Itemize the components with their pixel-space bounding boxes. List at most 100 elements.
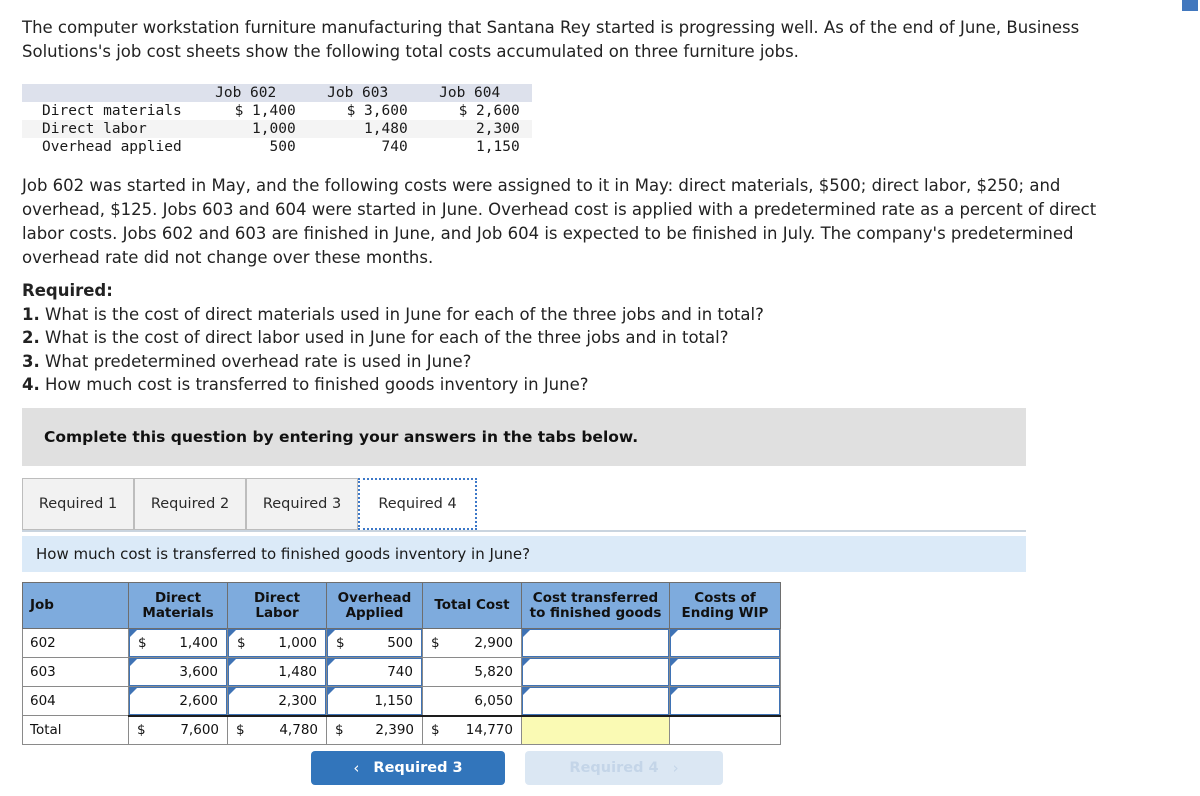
overhead-applied-input[interactable]: $ 500 <box>327 629 422 657</box>
cell-value: 1,480 <box>278 664 317 680</box>
cell-value: 1,400 <box>179 635 218 651</box>
cell-value: 2,600 <box>179 692 218 709</box>
cost-cell: 500 <box>269 139 296 155</box>
required-item-1: 1. What is the cost of direct materials … <box>22 303 812 327</box>
cell-total-cost-transferred[interactable] <box>521 714 670 745</box>
cell-value: 3,600 <box>179 664 218 680</box>
col-header-line2: to finished goods <box>529 604 662 621</box>
tab-required-2[interactable]: Required 2 <box>134 478 246 530</box>
cell-ending-wip[interactable] <box>669 657 781 687</box>
required-item-3: 3. What predetermined overhead rate is u… <box>22 350 812 374</box>
required-item-number: 3. <box>22 351 40 371</box>
cell-overhead-applied[interactable]: $ 500 <box>326 628 423 658</box>
cell-ending-wip[interactable] <box>669 628 781 658</box>
currency-symbol: $ <box>237 635 246 651</box>
overhead-applied-input[interactable]: 740 <box>327 658 422 686</box>
direct-materials-input[interactable]: $ 1,400 <box>129 629 227 657</box>
total-total-cost-value: $ 14,770 <box>423 716 521 744</box>
tab-required-4[interactable]: Required 4 <box>358 478 477 530</box>
cell-value: 5,820 <box>474 664 513 680</box>
cell-corner-flag-icon <box>671 688 678 695</box>
required-item-number: 2. <box>22 328 40 347</box>
cell-job: 602 <box>22 628 129 658</box>
cell-ending-wip[interactable] <box>669 686 781 716</box>
ending-wip-input[interactable] <box>670 687 780 715</box>
col-header-line2: Materials <box>142 604 214 621</box>
cell-corner-flag-icon <box>328 630 335 637</box>
direct-labor-input[interactable]: $ 1,000 <box>228 629 326 657</box>
previous-button-label: Required 3 <box>373 760 463 776</box>
required-section: Required: 1. What is the cost of direct … <box>22 279 812 397</box>
col-header-direct-materials: Direct Materials <box>128 582 228 629</box>
answer-grid: Job Direct Materials Direct Labor Overhe… <box>22 582 781 745</box>
cell-direct-materials[interactable]: 3,600 <box>128 657 228 687</box>
scrollbar-thumb[interactable] <box>1182 0 1198 11</box>
cell-cost-transferred[interactable] <box>521 657 670 687</box>
cost-transferred-input[interactable] <box>522 658 669 686</box>
cell-overhead-applied[interactable]: 740 <box>326 657 423 687</box>
col-header-line2: Ending WIP <box>681 604 769 621</box>
cell-total-direct-labor: $ 4,780 <box>227 714 327 745</box>
cell-corner-flag-icon <box>130 630 137 637</box>
required-item-4: 4. How much cost is transferred to finis… <box>22 373 812 397</box>
cost-header-blank <box>22 84 196 102</box>
cell-total-cost: $ 2,900 <box>422 628 522 658</box>
cell-corner-flag-icon <box>229 630 236 637</box>
tab-label: Required 2 <box>150 496 230 512</box>
cost-row-overhead-applied: Overhead applied 500 740 1,150 <box>22 138 532 156</box>
previous-required-button[interactable]: ‹ Required 3 <box>311 751 505 785</box>
cell-direct-labor[interactable]: 2,300 <box>227 686 327 716</box>
cell-corner-flag-icon <box>229 659 236 666</box>
direct-labor-input[interactable]: 1,480 <box>228 658 326 686</box>
cell-direct-materials[interactable]: 2,600 <box>128 686 228 716</box>
currency-symbol: $ <box>137 722 146 739</box>
required-item-text: What predetermined overhead rate is used… <box>45 351 472 371</box>
cost-cell: 2,300 <box>476 121 520 137</box>
col-header-line2: Labor <box>255 604 299 621</box>
overhead-applied-input[interactable]: 1,150 <box>327 687 422 715</box>
total-cost-transferred-highlighted-input[interactable] <box>522 716 669 744</box>
cost-transferred-input[interactable] <box>522 629 669 657</box>
col-header-direct-labor: Direct Labor <box>227 582 327 629</box>
tab-required-3[interactable]: Required 3 <box>246 478 358 530</box>
instruction-banner: Complete this question by entering your … <box>22 408 1026 466</box>
cell-cost-transferred[interactable] <box>521 686 670 716</box>
cell-value: 740 <box>387 664 413 680</box>
cell-corner-flag-icon <box>130 688 137 695</box>
cost-cell: $ 1,400 <box>234 103 296 119</box>
col-header-line1: Costs of <box>694 589 756 606</box>
cell-direct-materials[interactable]: $ 1,400 <box>128 628 228 658</box>
cost-row-direct-materials: Direct materials $ 1,400 $ 3,600 $ 2,600 <box>22 102 532 120</box>
direct-materials-input[interactable]: 3,600 <box>129 658 227 686</box>
instruction-banner-text: Complete this question by entering your … <box>44 428 639 446</box>
total-overhead-applied-value: $ 2,390 <box>327 716 422 744</box>
ending-wip-input[interactable] <box>670 658 780 686</box>
tab-required-1[interactable]: Required 1 <box>22 478 134 530</box>
required-item-text: What is the cost of direct labor used in… <box>45 328 729 347</box>
direct-materials-input[interactable]: 2,600 <box>129 687 227 715</box>
tab-underline <box>22 530 1026 532</box>
col-header-job: Job <box>22 582 129 629</box>
ending-wip-input[interactable] <box>670 629 780 657</box>
job-cost-summary-table: Job 602 Job 603 Job 604 Direct materials… <box>22 84 532 156</box>
cell-total-cost: 5,820 <box>422 657 522 687</box>
cell-direct-labor[interactable]: 1,480 <box>227 657 327 687</box>
cell-overhead-applied[interactable]: 1,150 <box>326 686 423 716</box>
table-row: 603 3,600 1,480 740 5,820 <box>22 657 781 687</box>
direct-labor-input[interactable]: 2,300 <box>228 687 326 715</box>
cost-row-label: Direct materials <box>42 103 182 119</box>
cost-header-job-602: Job 602 <box>215 85 277 101</box>
cell-value: 14,770 <box>465 722 513 739</box>
cell-corner-flag-icon <box>523 688 530 695</box>
currency-symbol: $ <box>236 722 245 739</box>
next-required-button[interactable]: Required 4 › <box>525 751 723 785</box>
cell-cost-transferred[interactable] <box>521 628 670 658</box>
body-paragraph: Job 602 was started in May, and the foll… <box>22 176 1097 267</box>
currency-symbol: $ <box>335 722 344 739</box>
required-item-number: 1. <box>22 304 40 324</box>
cell-direct-labor[interactable]: $ 1,000 <box>227 628 327 658</box>
chevron-left-icon: ‹ <box>353 759 360 777</box>
cell-value: 7,600 <box>180 722 219 739</box>
cost-transferred-input[interactable] <box>522 687 669 715</box>
cost-cell: 1,480 <box>364 121 408 137</box>
